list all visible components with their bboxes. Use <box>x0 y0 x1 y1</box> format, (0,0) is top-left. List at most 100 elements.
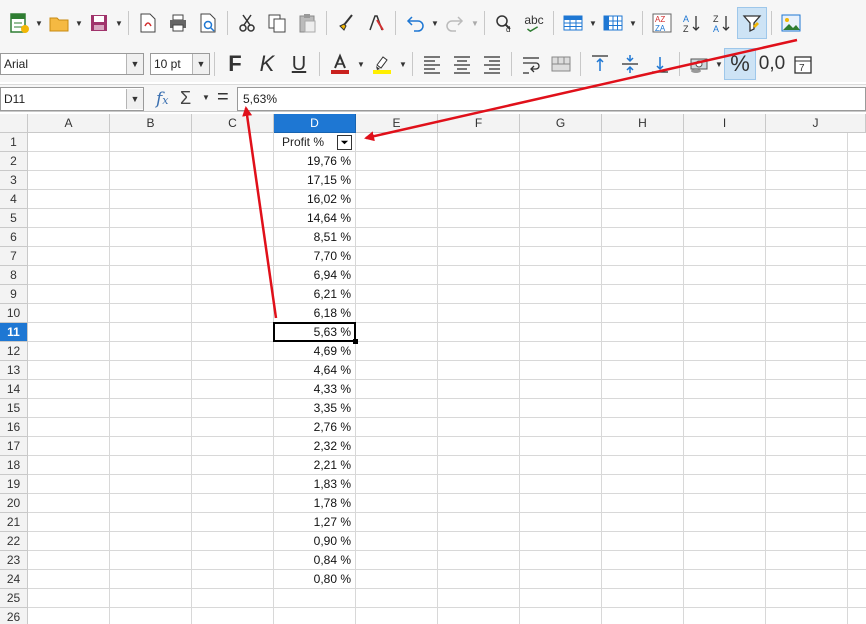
sort-ascending-button[interactable]: AZ <box>677 7 707 39</box>
row-header-5[interactable]: 5 <box>0 209 28 228</box>
profit-cell[interactable]: 7,70 % <box>274 247 355 266</box>
profit-cell[interactable]: 16,02 % <box>274 190 355 209</box>
font-color-button[interactable] <box>324 48 356 80</box>
row-header-19[interactable]: 19 <box>0 475 28 494</box>
row-header-23[interactable]: 23 <box>0 551 28 570</box>
row-button[interactable] <box>558 7 588 39</box>
italic-button[interactable]: K <box>251 49 283 79</box>
row-header-7[interactable]: 7 <box>0 247 28 266</box>
copy-button[interactable] <box>262 7 292 39</box>
column-header-b[interactable]: B <box>110 114 192 133</box>
open-dropdown-arrow[interactable]: ▼ <box>74 7 84 39</box>
column-header-f[interactable]: F <box>438 114 520 133</box>
column-header-e[interactable]: E <box>356 114 438 133</box>
chevron-down-icon[interactable]: ▼ <box>126 89 143 109</box>
new-spreadsheet-button[interactable] <box>4 7 34 39</box>
row-header-11[interactable]: 11 <box>0 323 28 342</box>
profit-cell[interactable]: 6,18 % <box>274 304 355 323</box>
align-left-button[interactable] <box>417 48 447 80</box>
bold-button[interactable]: F <box>219 49 251 79</box>
column-header-a[interactable]: A <box>28 114 110 133</box>
chevron-down-icon[interactable]: ▼ <box>192 54 209 74</box>
profit-cell[interactable]: 6,94 % <box>274 266 355 285</box>
formula-icon[interactable]: = <box>217 86 229 109</box>
underline-button[interactable]: U <box>283 49 315 79</box>
number-format-button[interactable]: 0,0 <box>756 48 788 80</box>
row-header-8[interactable]: 8 <box>0 266 28 285</box>
font-size-combo[interactable]: 10 pt ▼ <box>150 53 210 75</box>
save-dropdown-arrow[interactable]: ▼ <box>114 7 124 39</box>
font-color-dropdown-arrow[interactable]: ▼ <box>356 48 366 80</box>
profit-cell[interactable]: 8,51 % <box>274 228 355 247</box>
row-header-21[interactable]: 21 <box>0 513 28 532</box>
profit-cell[interactable]: 19,76 % <box>274 152 355 171</box>
align-center-button[interactable] <box>447 48 477 80</box>
date-format-button[interactable]: 7 <box>788 48 818 80</box>
header-cell-d1[interactable]: Profit % <box>274 133 356 152</box>
row-header-3[interactable]: 3 <box>0 171 28 190</box>
print-button[interactable] <box>163 7 193 39</box>
row-header-1[interactable]: 1 <box>0 133 28 152</box>
redo-dropdown-arrow[interactable]: ▼ <box>470 7 480 39</box>
row-header-26[interactable]: 26 <box>0 608 28 624</box>
sum-icon[interactable]: Σ <box>180 88 191 109</box>
column-header-j[interactable]: J <box>766 114 866 133</box>
font-name-combo[interactable]: Arial ▼ <box>0 53 144 75</box>
center-vertically-button[interactable] <box>615 48 645 80</box>
function-wizard-icon[interactable]: fx <box>156 89 169 109</box>
cut-button[interactable] <box>232 7 262 39</box>
profit-cell[interactable]: 17,15 % <box>274 171 355 190</box>
column-header-i[interactable]: I <box>684 114 766 133</box>
row-header-9[interactable]: 9 <box>0 285 28 304</box>
profit-cell[interactable]: 1,27 % <box>274 513 355 532</box>
align-right-button[interactable] <box>477 48 507 80</box>
align-bottom-button[interactable] <box>645 48 675 80</box>
open-button[interactable] <box>44 7 74 39</box>
fill-handle[interactable] <box>353 339 358 344</box>
column-button[interactable] <box>598 7 628 39</box>
wrap-text-button[interactable] <box>516 48 546 80</box>
column-header-h[interactable]: H <box>602 114 684 133</box>
row-dropdown-arrow[interactable]: ▼ <box>588 7 598 39</box>
row-header-2[interactable]: 2 <box>0 152 28 171</box>
paste-button[interactable] <box>292 7 322 39</box>
sort-descending-button[interactable]: ZA <box>707 7 737 39</box>
profit-cell[interactable]: 4,33 % <box>274 380 355 399</box>
clone-formatting-button[interactable] <box>331 7 361 39</box>
redo-button[interactable] <box>440 7 470 39</box>
spelling-button[interactable]: abc <box>519 7 549 39</box>
currency-format-button[interactable] <box>684 48 714 80</box>
sum-dropdown-arrow[interactable]: ▼ <box>202 93 210 102</box>
align-top-button[interactable] <box>585 48 615 80</box>
profit-cell[interactable]: 0,90 % <box>274 532 355 551</box>
profit-cell[interactable]: 14,64 % <box>274 209 355 228</box>
column-header-d[interactable]: D <box>274 114 356 133</box>
currency-dropdown-arrow[interactable]: ▼ <box>714 48 724 80</box>
undo-dropdown-arrow[interactable]: ▼ <box>430 7 440 39</box>
row-header-6[interactable]: 6 <box>0 228 28 247</box>
row-header-14[interactable]: 14 <box>0 380 28 399</box>
chevron-down-icon[interactable]: ▼ <box>126 54 143 74</box>
highlight-dropdown-arrow[interactable]: ▼ <box>398 48 408 80</box>
find-replace-button[interactable]: d <box>489 7 519 39</box>
profit-cell[interactable]: 0,84 % <box>274 551 355 570</box>
profit-cell[interactable]: 2,21 % <box>274 456 355 475</box>
autofilter-button[interactable] <box>737 7 767 39</box>
row-header-16[interactable]: 16 <box>0 418 28 437</box>
formula-input[interactable]: 5,63% <box>237 87 866 111</box>
select-all-corner[interactable] <box>0 114 28 133</box>
percent-format-button[interactable]: % <box>724 48 756 80</box>
print-preview-button[interactable] <box>193 7 223 39</box>
row-header-25[interactable]: 25 <box>0 589 28 608</box>
name-box[interactable]: D11 ▼ <box>0 87 144 111</box>
profit-cell[interactable]: 2,76 % <box>274 418 355 437</box>
profit-cell[interactable]: 2,32 % <box>274 437 355 456</box>
profit-cell[interactable]: 3,35 % <box>274 399 355 418</box>
column-header-g[interactable]: G <box>520 114 602 133</box>
row-header-17[interactable]: 17 <box>0 437 28 456</box>
row-header-4[interactable]: 4 <box>0 190 28 209</box>
export-pdf-button[interactable] <box>133 7 163 39</box>
save-button[interactable] <box>84 7 114 39</box>
row-header-24[interactable]: 24 <box>0 570 28 589</box>
profit-cell[interactable]: 0,80 % <box>274 570 355 589</box>
